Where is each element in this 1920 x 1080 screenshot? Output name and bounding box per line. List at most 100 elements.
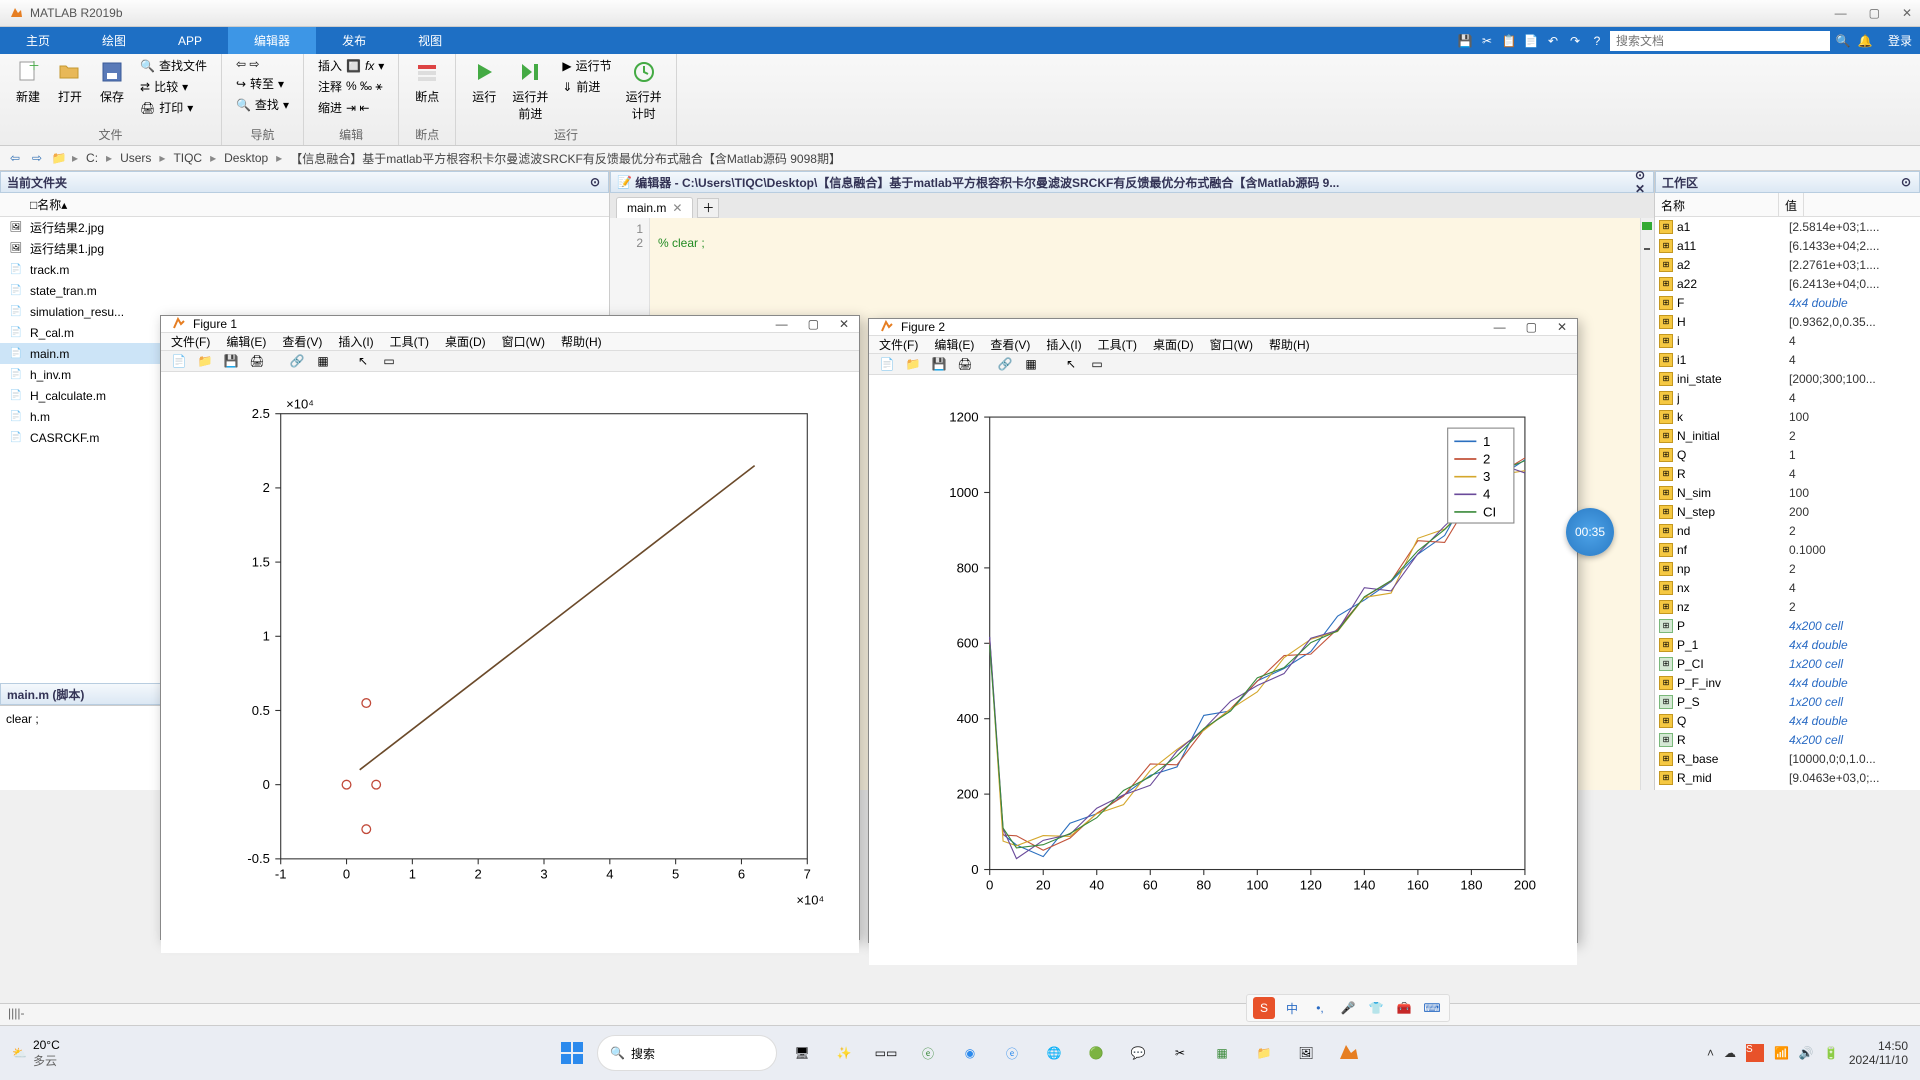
bell-icon[interactable]: 🔔 bbox=[1856, 32, 1874, 50]
close-icon[interactable]: ✕ bbox=[839, 317, 849, 331]
weather-widget[interactable]: ⛅ 20°C 多云 bbox=[12, 1038, 60, 1069]
login-button[interactable]: 登录 bbox=[1888, 32, 1912, 49]
timer-badge[interactable]: 00:35 bbox=[1566, 508, 1614, 556]
workspace-variable[interactable]: ⊞R_mid[9.0463e+03,0;... bbox=[1655, 768, 1920, 787]
maximize-icon[interactable]: ▢ bbox=[1526, 320, 1537, 334]
workspace-variable[interactable]: ⊞R4x200 cell bbox=[1655, 730, 1920, 749]
file-item[interactable]: 📄state_tran.m bbox=[0, 280, 609, 301]
sogou-icon[interactable]: S bbox=[1253, 997, 1275, 1019]
comment-button[interactable]: 注释 % ‰ ⚹ bbox=[314, 77, 388, 96]
workspace-variable[interactable]: ⊞P_CI1x200 cell bbox=[1655, 654, 1920, 673]
workspace-variable[interactable]: ⊞a2[2.2761e+03;1.... bbox=[1655, 255, 1920, 274]
workspace-variable[interactable]: ⊞ Q1 bbox=[1655, 445, 1920, 464]
editor-tab-main[interactable]: main.m ✕ bbox=[616, 197, 693, 218]
workspace-variable[interactable]: ⊞ini_state[2000;300;100... bbox=[1655, 369, 1920, 388]
menu-window[interactable]: 窗口(W) bbox=[1210, 336, 1253, 353]
workspace-variable[interactable]: ⊞a11[6.1433e+04;2.... bbox=[1655, 236, 1920, 255]
workspace-variable[interactable]: ⊞nd2 bbox=[1655, 521, 1920, 540]
taskbar-search[interactable]: 🔍搜索 bbox=[597, 1035, 777, 1071]
menu-file[interactable]: 文件(F) bbox=[171, 333, 210, 350]
link-icon[interactable]: 🔗 bbox=[287, 351, 307, 371]
ime-skin-icon[interactable]: 👕 bbox=[1365, 997, 1387, 1019]
new-fig-icon[interactable]: 📄 bbox=[877, 354, 897, 374]
open-icon[interactable]: 📁 bbox=[903, 354, 923, 374]
tray-chevron-icon[interactable]: ˄ bbox=[1707, 1046, 1714, 1060]
menu-insert[interactable]: 插入(I) bbox=[338, 333, 373, 350]
app-photos-icon[interactable]: 🖼 bbox=[1289, 1036, 1323, 1070]
insert-legend-icon[interactable]: ▦ bbox=[1021, 354, 1041, 374]
advance-button[interactable]: ⇓前进 bbox=[558, 77, 615, 96]
ime-lang-icon[interactable]: 中 bbox=[1281, 997, 1303, 1019]
link-icon[interactable]: 🔗 bbox=[995, 354, 1015, 374]
ime-keyboard-icon[interactable]: ⌨ bbox=[1421, 997, 1443, 1019]
workspace-variable[interactable]: ⊞ R4 bbox=[1655, 464, 1920, 483]
save-icon[interactable]: 💾 bbox=[221, 351, 241, 371]
breadcrumb[interactable]: C: bbox=[82, 151, 102, 165]
figure-2-titlebar[interactable]: Figure 2 — ▢ ✕ bbox=[869, 319, 1577, 336]
tab-close-icon[interactable]: ✕ bbox=[672, 201, 682, 215]
workspace-variable[interactable]: ⊞np2 bbox=[1655, 559, 1920, 578]
tray-sogou-icon[interactable]: S bbox=[1746, 1044, 1764, 1062]
goto-button[interactable]: ↪转至 ▾ bbox=[232, 74, 293, 93]
paste-icon[interactable]: 📄 bbox=[1522, 32, 1540, 50]
indent-button[interactable]: 缩进 ⇥ ⇤ bbox=[314, 98, 388, 117]
help-icon[interactable]: ? bbox=[1588, 32, 1606, 50]
minimize-icon[interactable]: — bbox=[776, 317, 788, 331]
menu-help[interactable]: 帮助(H) bbox=[1269, 336, 1310, 353]
app-taskview-icon[interactable]: ▭▭ bbox=[869, 1036, 903, 1070]
workspace-variable[interactable]: ⊞radar_locati...[-3000,0;0,-300... bbox=[1655, 787, 1920, 790]
workspace-variable[interactable]: ⊞i4 bbox=[1655, 331, 1920, 350]
ime-toolbar[interactable]: S 中 •, 🎤 👕 🧰 ⌨ bbox=[1246, 994, 1450, 1022]
ime-voice-icon[interactable]: 🎤 bbox=[1337, 997, 1359, 1019]
print-button[interactable]: 🖨打印 ▾ bbox=[136, 98, 211, 117]
ime-toolbox-icon[interactable]: 🧰 bbox=[1393, 997, 1415, 1019]
save-button[interactable]: 保存 bbox=[94, 56, 130, 107]
tab-plots[interactable]: 绘图 bbox=[76, 27, 152, 54]
menu-edit[interactable]: 编辑(E) bbox=[934, 336, 974, 353]
workspace-variable[interactable]: ⊞P4x200 cell bbox=[1655, 616, 1920, 635]
insert-button[interactable]: 插入 🔲 fx ▾ bbox=[314, 56, 388, 75]
pointer-icon[interactable]: ↖ bbox=[1061, 354, 1081, 374]
menu-view[interactable]: 查看(V) bbox=[282, 333, 322, 350]
close-icon[interactable]: ✕ bbox=[1902, 6, 1912, 20]
print-icon[interactable]: 🖨 bbox=[955, 354, 975, 374]
print-icon[interactable]: 🖨 bbox=[247, 351, 267, 371]
tray-wifi-icon[interactable]: 📶 bbox=[1774, 1046, 1789, 1060]
breadcrumb[interactable]: TIQC bbox=[169, 151, 206, 165]
panel-menu-icon[interactable]: ⊙ bbox=[588, 175, 602, 189]
app-ie-icon[interactable]: ⓔ bbox=[911, 1036, 945, 1070]
app-explorer-icon[interactable]: 📁 bbox=[1247, 1036, 1281, 1070]
menu-insert[interactable]: 插入(I) bbox=[1046, 336, 1081, 353]
data-cursor-icon[interactable]: ▭ bbox=[379, 351, 399, 371]
app-desktop-icon[interactable]: 🖥 bbox=[785, 1036, 819, 1070]
menu-edit[interactable]: 编辑(E) bbox=[226, 333, 266, 350]
app-wechat-icon[interactable]: 💬 bbox=[1121, 1036, 1155, 1070]
folder-icon[interactable]: 📁 bbox=[50, 149, 68, 167]
run-button[interactable]: 运行 bbox=[466, 56, 502, 107]
workspace-variable[interactable]: ⊞H[0.9362,0,0.35... bbox=[1655, 312, 1920, 331]
menu-desktop[interactable]: 桌面(D) bbox=[445, 333, 486, 350]
data-cursor-icon[interactable]: ▭ bbox=[1087, 354, 1107, 374]
workspace-variable[interactable]: ⊞N_sim100 bbox=[1655, 483, 1920, 502]
run-section-button[interactable]: ▶运行节 bbox=[558, 56, 615, 75]
maximize-icon[interactable]: ▢ bbox=[1869, 6, 1880, 20]
redo-icon[interactable]: ↷ bbox=[1566, 32, 1584, 50]
pointer-icon[interactable]: ↖ bbox=[353, 351, 373, 371]
figure-1-axes[interactable]: -101234567-0.500.511.522.5×10⁴×10⁴ bbox=[161, 372, 859, 953]
workspace-variable[interactable]: ⊞N_step200 bbox=[1655, 502, 1920, 521]
tab-editor[interactable]: 编辑器 bbox=[228, 27, 316, 54]
menu-help[interactable]: 帮助(H) bbox=[561, 333, 602, 350]
workspace-variable[interactable]: ⊞a22[6.2413e+04;0.... bbox=[1655, 274, 1920, 293]
undo-icon[interactable]: ↶ bbox=[1544, 32, 1562, 50]
workspace-variable[interactable]: ⊞N_initial2 bbox=[1655, 426, 1920, 445]
app-excel-icon[interactable]: ▦ bbox=[1205, 1036, 1239, 1070]
workspace-variable[interactable]: ⊞R_base[10000,0;0,1.0... bbox=[1655, 749, 1920, 768]
app-chrome2-icon[interactable]: 🟢 bbox=[1079, 1036, 1113, 1070]
workspace-variable[interactable]: ⊞nf0.1000 bbox=[1655, 540, 1920, 559]
insert-legend-icon[interactable]: ▦ bbox=[313, 351, 333, 371]
workspace-variable[interactable]: ⊞j4 bbox=[1655, 388, 1920, 407]
workspace-variable[interactable]: ⊞Q4x4 double bbox=[1655, 711, 1920, 730]
save-icon[interactable]: 💾 bbox=[1456, 32, 1474, 50]
cut-icon[interactable]: ✂ bbox=[1478, 32, 1496, 50]
minimize-icon[interactable]: — bbox=[1494, 320, 1506, 334]
